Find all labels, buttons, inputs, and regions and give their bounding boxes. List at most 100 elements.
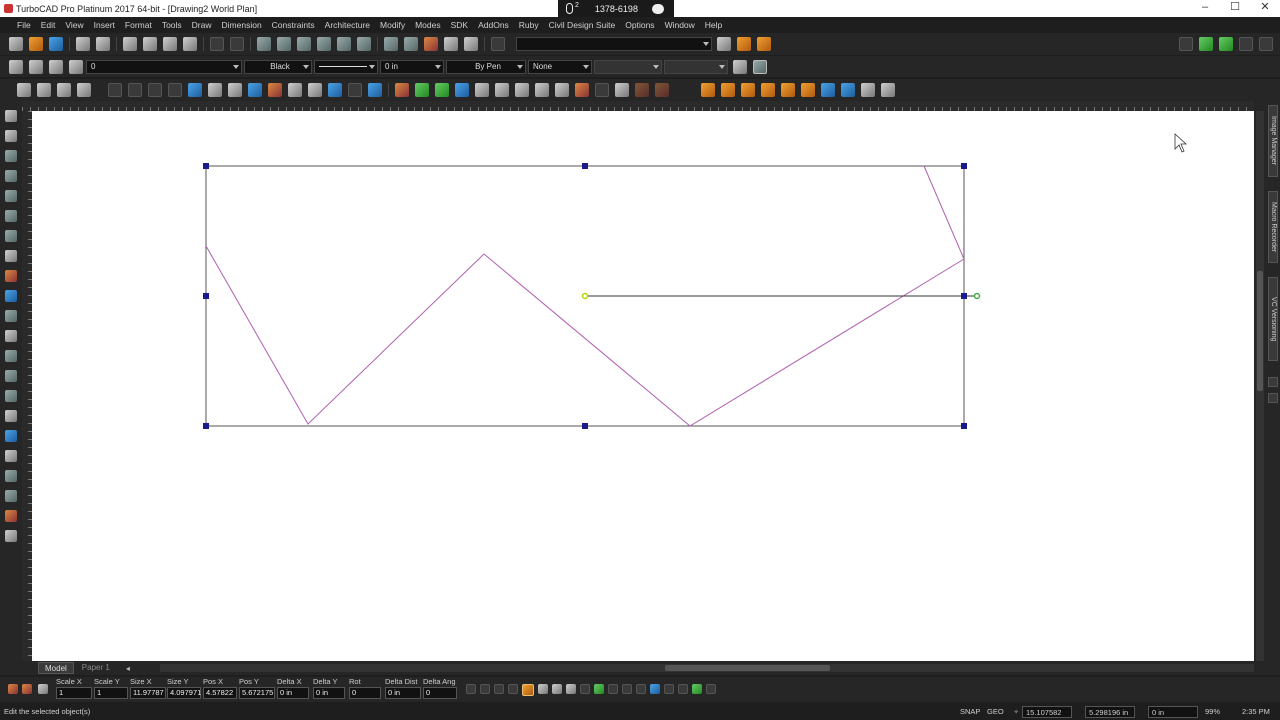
circle-tool-icon[interactable] — [5, 190, 17, 202]
handle-top-right[interactable] — [961, 163, 967, 169]
move-mode-icon[interactable] — [494, 684, 504, 694]
tab-scroll-arrow-icon[interactable]: ◂ — [126, 664, 130, 673]
rotate-handle[interactable] — [973, 292, 981, 300]
menu-architecture[interactable]: Architecture — [320, 20, 375, 30]
pos-y-input[interactable]: 5.672175 — [239, 687, 275, 699]
pos-x-input[interactable]: 4.57822 — [203, 687, 237, 699]
dimension-z-icon[interactable] — [515, 83, 529, 97]
symbol-tool-icon[interactable] — [5, 330, 17, 342]
tab-model[interactable]: Model — [38, 662, 74, 674]
open-file-icon[interactable] — [29, 37, 43, 51]
line-tool-icon[interactable] — [5, 150, 17, 162]
close-button[interactable]: ✕ — [1250, 0, 1280, 17]
snap-icon[interactable] — [188, 83, 202, 97]
library-icon[interactable] — [737, 37, 751, 51]
menu-modes[interactable]: Modes — [410, 20, 446, 30]
cut-icon[interactable] — [123, 37, 137, 51]
panel-tab-icon-b[interactable] — [1268, 393, 1278, 403]
inspector-stop-icon[interactable] — [8, 684, 18, 694]
walls-icon[interactable] — [288, 83, 302, 97]
edit-tool-g-icon[interactable] — [622, 684, 632, 694]
mesh-icon[interactable] — [128, 83, 142, 97]
ruler-tool-icon[interactable] — [5, 390, 17, 402]
rot-input[interactable]: 0 — [349, 687, 381, 699]
measure-tool-icon[interactable] — [5, 470, 17, 482]
property-toggle-icon[interactable] — [753, 59, 767, 74]
menu-options[interactable]: Options — [620, 20, 659, 30]
view-iso-ne-icon[interactable] — [861, 83, 875, 97]
zoom-extents-icon[interactable] — [317, 37, 331, 51]
zoom-level[interactable]: 99% — [1205, 706, 1220, 718]
help-icon[interactable] — [368, 83, 382, 97]
text-tool-icon[interactable] — [5, 250, 17, 262]
mail-icon[interactable] — [757, 37, 771, 51]
handle-bottom-left[interactable] — [203, 423, 209, 429]
minimize-button[interactable]: – — [1190, 0, 1220, 17]
zoom-window-icon[interactable] — [297, 37, 311, 51]
view-iso-se-icon[interactable] — [821, 83, 835, 97]
delta-x-input[interactable]: 0 in — [277, 687, 309, 699]
solid-tool-icon[interactable] — [5, 430, 17, 442]
view-top-icon[interactable] — [701, 83, 715, 97]
vertical-scroll-thumb[interactable] — [1257, 271, 1263, 391]
stop-icon[interactable] — [424, 37, 438, 51]
edit-tool-j-icon[interactable] — [664, 684, 674, 694]
library-icon[interactable] — [328, 83, 342, 97]
delta-ang-input[interactable]: 0 — [423, 687, 457, 699]
select-fence-icon[interactable] — [77, 83, 91, 97]
sigma-icon[interactable] — [555, 83, 569, 97]
eraser-tool-icon[interactable] — [5, 350, 17, 362]
scale-y-input[interactable]: 1 — [94, 687, 128, 699]
layer-state-icon[interactable] — [49, 59, 63, 74]
pipe-tool-icon[interactable] — [5, 490, 17, 502]
view-left-icon[interactable] — [761, 83, 775, 97]
linestyle-select[interactable] — [314, 59, 378, 74]
menu-window[interactable]: Window — [660, 20, 700, 30]
view-back-icon[interactable] — [781, 83, 795, 97]
view-icon-5[interactable] — [1259, 37, 1273, 51]
edit-tool-l-icon[interactable] — [692, 684, 702, 694]
view-front-icon[interactable] — [721, 83, 735, 97]
view-right-icon[interactable] — [741, 83, 755, 97]
select-polygon-icon[interactable] — [57, 83, 71, 97]
sphere-icon[interactable] — [228, 83, 242, 97]
measure-icon[interactable] — [404, 37, 418, 51]
grid-tool-icon[interactable] — [5, 370, 17, 382]
menu-file[interactable]: File — [12, 20, 36, 30]
properties-gear-icon[interactable] — [9, 59, 23, 74]
view-iso-sw-icon[interactable] — [841, 83, 855, 97]
layer-icon[interactable] — [415, 83, 429, 97]
view-icon-4[interactable] — [1239, 37, 1253, 51]
layer-select[interactable]: 0 — [86, 59, 242, 74]
maximize-button[interactable]: ☐ — [1220, 0, 1250, 17]
property-combo-b[interactable] — [664, 59, 728, 74]
scale-x-input[interactable]: 1 — [56, 687, 92, 699]
handle-middle-right[interactable] — [961, 293, 967, 299]
horizontal-scrollbar[interactable] — [160, 664, 1254, 672]
door-icon[interactable] — [308, 83, 322, 97]
snap-indicator[interactable]: SNAP — [960, 706, 980, 718]
color-select[interactable]: Black — [244, 59, 312, 74]
edit-tool-c-icon[interactable] — [566, 684, 576, 694]
whats-this-icon[interactable] — [717, 37, 731, 51]
select-arrow-icon[interactable] — [5, 110, 17, 122]
menu-tools[interactable]: Tools — [157, 20, 187, 30]
polyline-tool-icon[interactable] — [5, 170, 17, 182]
copy-icon[interactable] — [143, 37, 157, 51]
menu-insert[interactable]: Insert — [89, 20, 120, 30]
fill-tool-icon[interactable] — [5, 290, 17, 302]
copy-mode-icon[interactable] — [466, 684, 476, 694]
drawing-canvas[interactable] — [32, 111, 1254, 661]
menu-view[interactable]: View — [60, 20, 88, 30]
handle-top-middle[interactable] — [582, 163, 588, 169]
material-icon[interactable] — [268, 83, 282, 97]
edit-tool-h-icon[interactable] — [636, 684, 646, 694]
pen-select[interactable]: By Pen — [446, 59, 526, 74]
menu-format[interactable]: Format — [120, 20, 157, 30]
table-icon[interactable] — [208, 83, 222, 97]
workplane-icon[interactable] — [491, 37, 505, 51]
window-tool-icon[interactable] — [5, 450, 17, 462]
zigzag-polyline[interactable] — [205, 245, 965, 427]
render-icon[interactable] — [395, 83, 409, 97]
edit-tool-k-icon[interactable] — [678, 684, 688, 694]
